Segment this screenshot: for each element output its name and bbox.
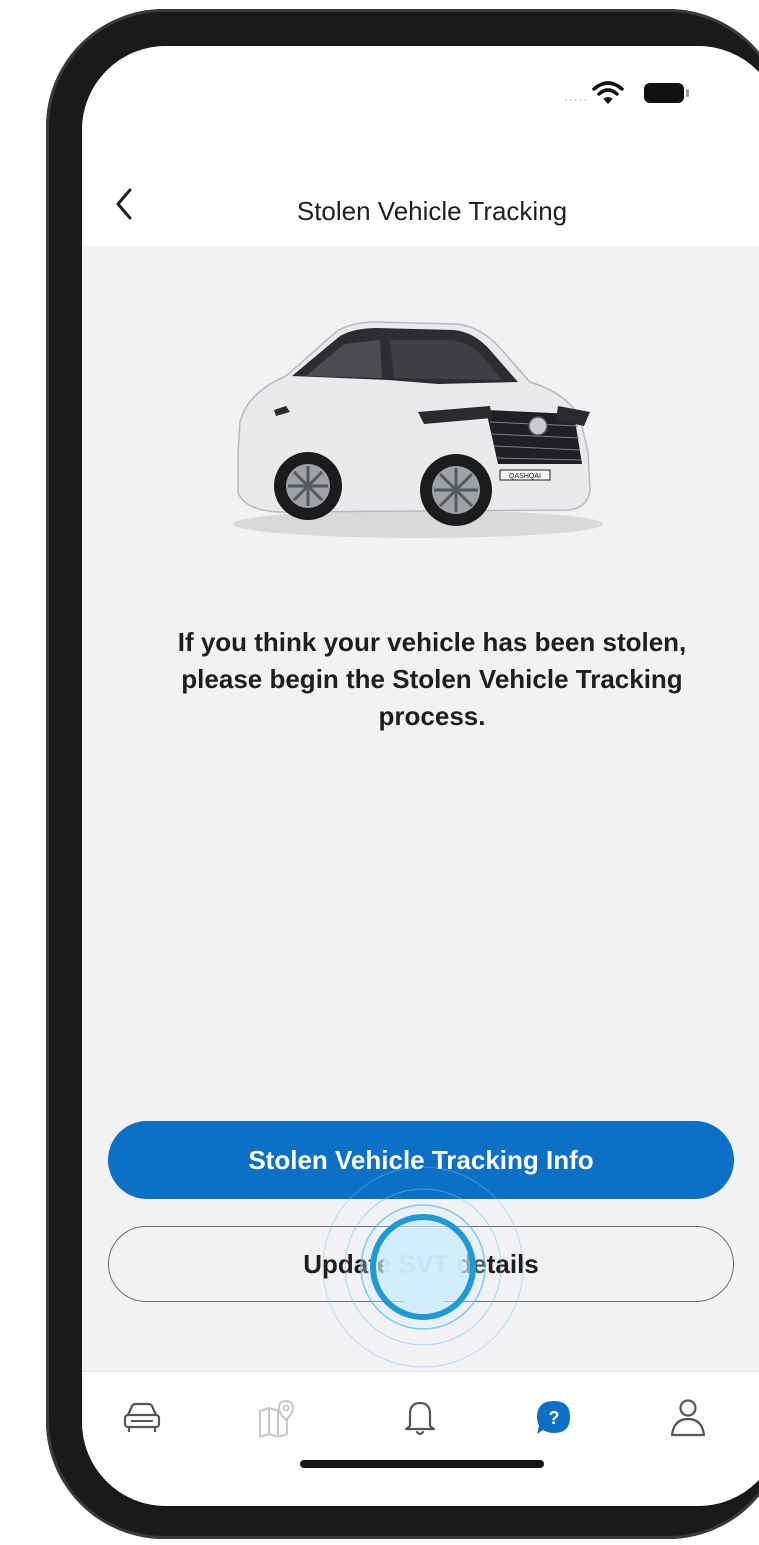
home-indicator[interactable]: [300, 1460, 544, 1468]
instruction-text: If you think your vehicle has been stole…: [177, 627, 687, 731]
battery-icon: [644, 83, 689, 103]
tab-notifications[interactable]: [390, 1388, 450, 1448]
vehicle-image: QASHQAI: [233, 321, 603, 538]
tab-bar: ?: [82, 1371, 759, 1506]
help-icon: ?: [537, 1401, 570, 1434]
app-screen: ..... Stolen Vehicle Tracking QASHQAI If…: [82, 46, 759, 1506]
tab-vehicle[interactable]: [112, 1388, 172, 1448]
tab-profile[interactable]: [658, 1388, 718, 1448]
tab-help[interactable]: ?: [524, 1388, 584, 1448]
update-svt-details-button[interactable]: Update SVT details: [108, 1226, 734, 1302]
wifi-icon: [592, 81, 624, 104]
map-icon: [259, 1399, 295, 1437]
license-plate: QASHQAI: [509, 473, 541, 480]
car-icon: [123, 1402, 161, 1432]
help-glyph: ?: [549, 1408, 560, 1428]
signal-icon: .....: [564, 88, 589, 104]
page-title: Stolen Vehicle Tracking: [296, 196, 568, 226]
navigation-bar: Stolen Vehicle Tracking: [82, 136, 759, 246]
status-bar: .....: [82, 46, 759, 136]
tab-map[interactable]: [246, 1388, 306, 1448]
profile-icon: [670, 1399, 706, 1437]
svt-info-button[interactable]: Stolen Vehicle Tracking Info: [108, 1121, 734, 1199]
bell-icon: [404, 1401, 436, 1436]
